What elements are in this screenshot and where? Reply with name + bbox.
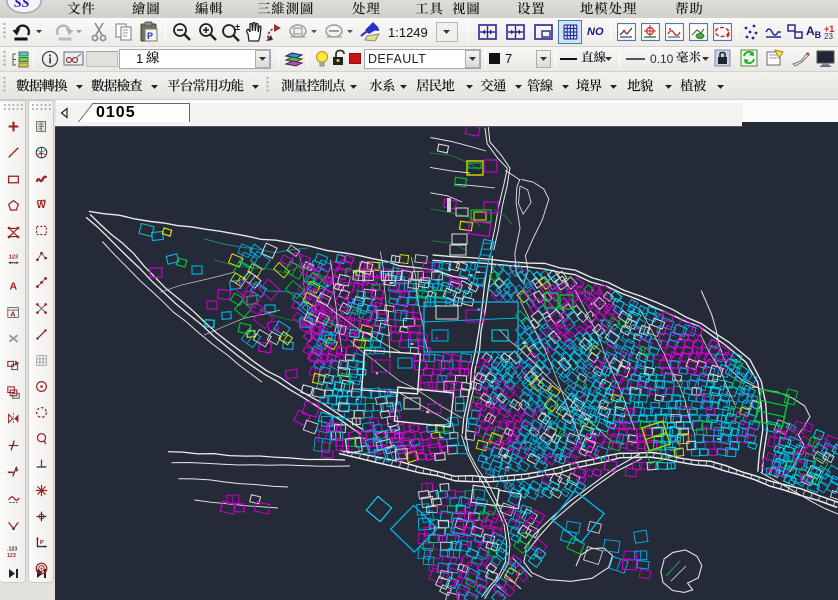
svg-text:123: 123 xyxy=(7,553,16,558)
svg-text:A: A xyxy=(9,281,17,292)
svg-text:.123: .123 xyxy=(7,547,17,553)
svg-text:23: 23 xyxy=(824,32,833,41)
svg-text:P: P xyxy=(39,540,43,546)
svg-text:P: P xyxy=(147,31,153,41)
svg-text:SS: SS xyxy=(14,0,30,11)
svg-text:A: A xyxy=(10,309,16,318)
svg-text:±: ± xyxy=(235,22,240,32)
svg-text:123: 123 xyxy=(8,254,18,260)
svg-text:W: W xyxy=(36,199,46,210)
svg-text:T: T xyxy=(39,150,42,156)
